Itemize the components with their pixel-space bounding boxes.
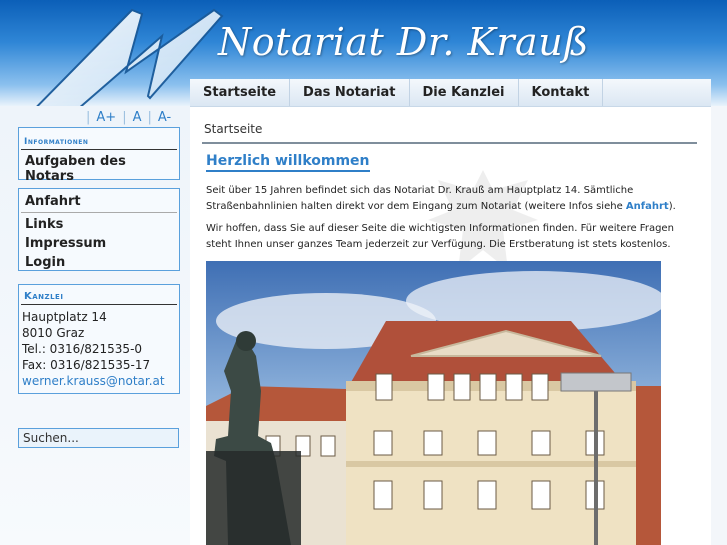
sidebar-item-login[interactable]: Login [21, 253, 177, 272]
font-decrease-button[interactable]: A- [158, 110, 171, 125]
tab-startseite[interactable]: Startseite [190, 79, 291, 106]
site-title: Notariat Dr. Krauß [218, 20, 590, 64]
sidebar-item-aufgaben[interactable]: Aufgaben des Notars [21, 150, 177, 190]
page-title: Herzlich willkommen [206, 153, 370, 172]
intro-paragraph: Seit über 15 Jahren befindet sich das No… [206, 183, 676, 215]
email-link[interactable]: werner.krauss@notar.at [19, 373, 179, 389]
anfahrt-link[interactable]: Anfahrt [626, 201, 669, 212]
info-box: Informationen Aufgaben des Notars [18, 127, 180, 190]
font-increase-button[interactable]: A+ [96, 110, 116, 125]
kanzlei-box-title: Kanzlei [21, 285, 177, 305]
font-size-controls: | A+ | A | A- [80, 108, 171, 126]
breadcrumb: Startseite [204, 122, 263, 136]
divider: | [147, 109, 152, 125]
address-street: Hauptplatz 14 [22, 310, 107, 324]
font-normal-button[interactable]: A [133, 110, 142, 125]
kanzlei-box: Kanzlei Hauptplatz 14 8010 Graz Tel.: 03… [18, 284, 180, 394]
info-paragraph: Wir hoffen, dass Sie auf dieser Seite di… [206, 223, 674, 250]
address-city: 8010 Graz [22, 326, 85, 340]
sidebar-item-links[interactable]: Links [21, 215, 177, 234]
address-phone: Tel.: 0316/821535-0 [22, 342, 143, 356]
top-nav: Startseite Das Notariat Die Kanzlei Kont… [190, 79, 711, 107]
divider: | [122, 109, 127, 125]
tab-die-kanzlei[interactable]: Die Kanzlei [410, 79, 519, 106]
divider: | [86, 109, 91, 125]
tab-kontakt[interactable]: Kontakt [519, 79, 604, 106]
sidebar-nav-box: Anfahrt Links Impressum Login [18, 188, 180, 271]
sidebar-item-impressum[interactable]: Impressum [21, 234, 177, 253]
sidebar-item-anfahrt[interactable]: Anfahrt [21, 192, 177, 213]
search-input[interactable] [18, 428, 179, 448]
address-fax: Fax: 0316/821535-17 [22, 358, 151, 372]
intro-text: Seit über 15 Jahren befindet sich das No… [206, 185, 634, 212]
building-photo [206, 261, 661, 545]
info-box-title: Informationen [21, 128, 177, 150]
tab-das-notariat[interactable]: Das Notariat [290, 79, 410, 106]
intro-text-end: ). [668, 201, 676, 212]
divider [202, 142, 697, 144]
